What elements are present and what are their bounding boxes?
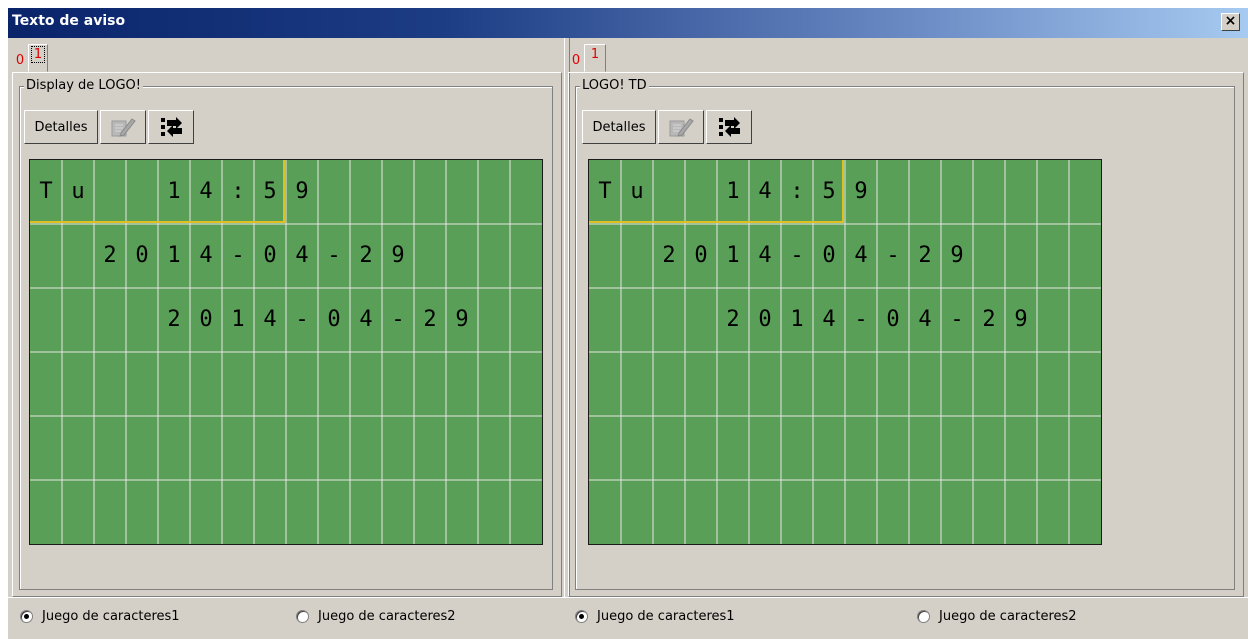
lcd-char: - (295, 307, 309, 332)
edit-icon (669, 118, 694, 137)
left-charset2-option[interactable]: Juego de caracteres2 (296, 604, 456, 628)
right-charset2-option[interactable]: Juego de caracteres2 (917, 604, 1077, 628)
lcd-char: 1 (167, 243, 181, 268)
lcd-char: 5 (263, 179, 277, 204)
lcd-char: 9 (1014, 307, 1028, 332)
lcd-char: 0 (822, 243, 836, 268)
edit-icon (111, 118, 136, 137)
left-details-button[interactable]: Detalles (24, 110, 98, 144)
lcd-char: 1 (231, 307, 245, 332)
message-text-window: Texto de aviso × 0 1 Display de LOGO! De… (8, 8, 1248, 639)
lcd-char: 2 (167, 307, 181, 332)
lcd-char: 4 (822, 307, 836, 332)
right-charset2-label: Juego de caracteres2 (939, 608, 1077, 624)
right-charset1-radio[interactable] (575, 609, 588, 623)
lcd-char: 0 (199, 307, 213, 332)
lcd-char: 9 (950, 243, 964, 268)
lcd-char: 4 (854, 243, 868, 268)
lcd-char: 2 (103, 243, 117, 268)
lcd-char: 0 (758, 307, 772, 332)
lcd-char: 0 (327, 307, 341, 332)
bottom-divider (8, 597, 1248, 598)
left-tab-0[interactable]: 0 (12, 50, 28, 72)
lcd-char: 9 (391, 243, 405, 268)
right-lcd-display: Tu14:592014-04-292014-04-29 (588, 159, 1102, 545)
right-details-button[interactable]: Detalles (582, 110, 656, 144)
left-charset1-label: Juego de caracteres1 (42, 608, 180, 624)
lcd-char: 1 (167, 179, 181, 204)
right-tab-0[interactable]: 0 (568, 50, 584, 72)
arrows-icon (161, 117, 182, 137)
lcd-char: 4 (199, 243, 213, 268)
lcd-char: 9 (854, 179, 868, 204)
lcd-char: 4 (199, 179, 213, 204)
left-charset1-option[interactable]: Juego de caracteres1 (20, 604, 180, 628)
left-charset1-radio[interactable] (20, 609, 33, 623)
lcd-char: : (231, 179, 245, 204)
lcd-char: 4 (918, 307, 932, 332)
right-edit-button[interactable] (658, 110, 704, 144)
right-charset1-option[interactable]: Juego de caracteres1 (575, 604, 735, 628)
lcd-char: u (630, 179, 644, 204)
lcd-char: 9 (455, 307, 469, 332)
lcd-char: 2 (359, 243, 373, 268)
left-navigate-button[interactable] (148, 110, 194, 144)
right-panel: 0 1 LOGO! TD Detalles T u 1 4: 5 9 2 0 … (568, 38, 1244, 597)
lcd-char: - (327, 243, 341, 268)
left-lcd-display: Tu14:592014-04-292014-04-29 (29, 159, 543, 545)
right-navigate-button[interactable] (706, 110, 752, 144)
lcd-char: 2 (662, 243, 676, 268)
lcd-char: - (886, 243, 900, 268)
lcd-char: : (790, 179, 804, 204)
lcd-char: 4 (359, 307, 373, 332)
lcd-char: 4 (758, 179, 772, 204)
left-edit-button[interactable] (100, 110, 146, 144)
right-tab-body: LOGO! TD Detalles T u 1 4: 5 9 2 0 1 4 … (568, 72, 1244, 597)
right-charset2-radio[interactable] (917, 609, 930, 623)
lcd-char: 9 (295, 179, 309, 204)
lcd-char: 4 (263, 307, 277, 332)
lcd-char: T (39, 179, 53, 204)
left-tab-1[interactable]: 1 (28, 44, 48, 72)
lcd-char: 0 (886, 307, 900, 332)
right-display-group: LOGO! TD Detalles T u 1 4: 5 9 2 0 1 4 … (575, 78, 1235, 590)
lcd-char: - (391, 307, 405, 332)
lcd-char: - (790, 243, 804, 268)
lcd-char: 4 (295, 243, 309, 268)
lcd-char: 0 (135, 243, 149, 268)
title-bar[interactable]: Texto de aviso × (8, 8, 1248, 38)
close-button[interactable]: × (1221, 13, 1240, 31)
lcd-char: T (598, 179, 612, 204)
lcd-char: 1 (726, 243, 740, 268)
arrows-icon (719, 117, 740, 137)
lcd-char: 4 (758, 243, 772, 268)
lcd-char: - (854, 307, 868, 332)
lcd-char: - (950, 307, 964, 332)
window-title: Texto de aviso (12, 13, 126, 29)
left-display-group: Display de LOGO! Detalles T u 1 4: 5 9 … (19, 78, 553, 590)
lcd-char: 1 (726, 179, 740, 204)
right-charset1-label: Juego de caracteres1 (597, 608, 735, 624)
right-group-label: LOGO! TD (580, 78, 649, 93)
left-tab-1-label: 1 (30, 46, 46, 63)
lcd-char: 2 (982, 307, 996, 332)
lcd-char: 2 (726, 307, 740, 332)
left-charset2-radio[interactable] (296, 609, 309, 623)
lcd-char: - (231, 243, 245, 268)
lcd-char: 0 (263, 243, 277, 268)
left-group-label: Display de LOGO! (24, 78, 143, 93)
right-tab-1[interactable]: 1 (584, 44, 606, 72)
left-charset2-label: Juego de caracteres2 (318, 608, 456, 624)
lcd-char: 5 (822, 179, 836, 204)
left-panel: 0 1 Display de LOGO! Detalles T u 1 4: … (12, 38, 562, 597)
lcd-char: 2 (423, 307, 437, 332)
lcd-char: 1 (790, 307, 804, 332)
left-tab-body: Display de LOGO! Detalles T u 1 4: 5 9 … (12, 72, 562, 597)
lcd-char: 2 (918, 243, 932, 268)
lcd-char: 0 (694, 243, 708, 268)
lcd-char: u (71, 179, 85, 204)
